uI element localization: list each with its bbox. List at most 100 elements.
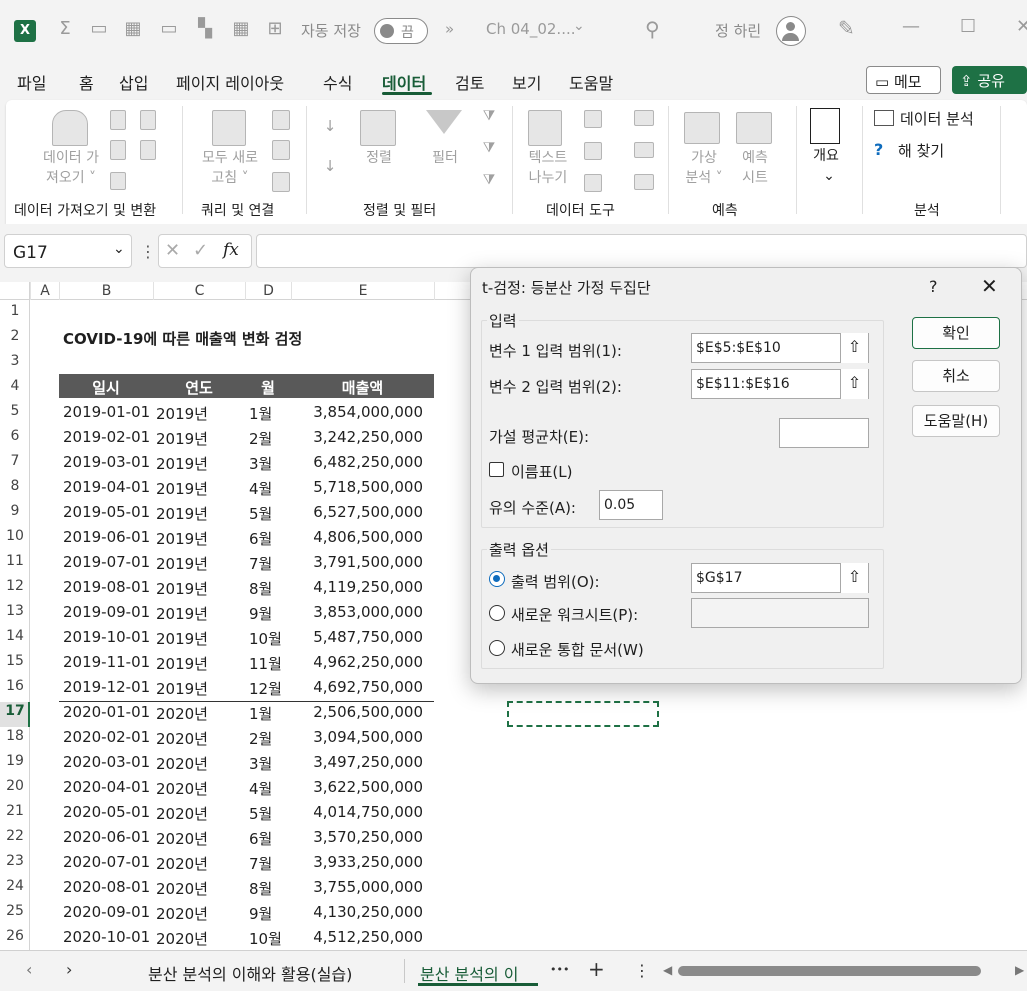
collapse-dialog-icon[interactable]: ⇧ xyxy=(840,369,868,399)
cell-sales[interactable]: 2,506,500,000 xyxy=(291,703,423,721)
cell-year[interactable]: 2019년 xyxy=(156,453,242,474)
cell-date[interactable]: 2020-04-01 xyxy=(63,778,151,796)
tab-view[interactable]: 보기 xyxy=(512,70,541,94)
add-sheet-icon[interactable]: + xyxy=(588,957,605,981)
autosum-icon[interactable]: Σ xyxy=(52,18,78,39)
refresh-all-button[interactable]: 모두 새로 고침 ˅ xyxy=(190,148,270,188)
remove-duplicates-icon[interactable] xyxy=(584,142,602,160)
cell-year[interactable]: 2020년 xyxy=(156,853,242,874)
cell-date[interactable]: 2019-05-01 xyxy=(63,503,151,521)
col-header-e[interactable]: E xyxy=(291,282,434,300)
cell-sales[interactable]: 4,130,250,000 xyxy=(291,903,423,921)
row-header-9[interactable]: 9 xyxy=(0,503,30,519)
clear-filter-icon[interactable]: ⧩ xyxy=(478,106,500,126)
file-name[interactable]: Ch 04_02.... xyxy=(486,20,576,38)
cell-sales[interactable]: 4,806,500,000 xyxy=(291,528,423,546)
cell-year[interactable]: 2020년 xyxy=(156,753,242,774)
alpha-input[interactable]: 0.05 xyxy=(599,490,663,520)
data-validation-icon[interactable] xyxy=(584,174,602,192)
from-web-icon[interactable] xyxy=(110,140,126,160)
tab-page-layout[interactable]: 페이지 레이아웃 xyxy=(176,70,284,94)
row-header-12[interactable]: 12 xyxy=(0,578,30,594)
close-window-icon[interactable]: ✕ xyxy=(1016,16,1027,37)
output-range-input[interactable]: $G$17 ⇧ xyxy=(691,563,869,593)
cell-year[interactable]: 2020년 xyxy=(156,903,242,924)
solver-button[interactable]: 해 찾기 xyxy=(898,140,944,161)
row-header-21[interactable]: 21 xyxy=(0,803,30,819)
cell-year[interactable]: 2020년 xyxy=(156,878,242,899)
cell-year[interactable]: 2020년 xyxy=(156,728,242,749)
scroll-right-icon[interactable]: ▶ xyxy=(1015,963,1024,977)
cell-date[interactable]: 2020-03-01 xyxy=(63,753,151,771)
row-header-22[interactable]: 22 xyxy=(0,828,30,844)
cell-year[interactable]: 2020년 xyxy=(156,828,242,849)
cell-sales[interactable]: 3,094,500,000 xyxy=(291,728,423,746)
scroll-left-icon[interactable]: ◀ xyxy=(663,963,672,977)
cell-month[interactable]: 6월 xyxy=(249,528,289,549)
chevron-down-icon[interactable]: ⌄ xyxy=(113,241,125,257)
tab-formulas[interactable]: 수식 xyxy=(323,70,352,94)
cell-month[interactable]: 9월 xyxy=(249,903,289,924)
header-date[interactable]: 일시 xyxy=(63,377,149,398)
cell-date[interactable]: 2020-10-01 xyxy=(63,928,151,946)
tab-insert[interactable]: 삽입 xyxy=(119,70,148,94)
paste-formula-icon[interactable]: ▭ xyxy=(86,18,112,39)
cell-date[interactable]: 2019-01-01 xyxy=(63,403,151,421)
cell-year[interactable]: 2019년 xyxy=(156,678,242,699)
row-header-26[interactable]: 26 xyxy=(0,928,30,944)
cell-sales[interactable]: 4,512,250,000 xyxy=(291,928,423,946)
col-header-d[interactable]: D xyxy=(245,282,291,300)
clipboard-icon[interactable]: ▭ xyxy=(156,18,182,39)
cell-year[interactable]: 2019년 xyxy=(156,528,242,549)
cell-date[interactable]: 2019-12-01 xyxy=(63,678,151,696)
enter-icon[interactable]: ✓ xyxy=(193,240,208,261)
cell-month[interactable]: 12월 xyxy=(249,678,289,699)
data-analysis-button[interactable]: 데이터 분석 xyxy=(900,108,974,129)
collapse-dialog-icon[interactable]: ⇧ xyxy=(840,563,868,593)
freeze-icon[interactable]: ⊞ xyxy=(262,18,288,39)
cell-month[interactable]: 10월 xyxy=(249,928,289,949)
row-header-3[interactable]: 3 xyxy=(0,353,30,369)
cell-date[interactable]: 2019-09-01 xyxy=(63,603,151,621)
maximize-icon[interactable]: ☐ xyxy=(960,16,976,37)
cell-sales[interactable]: 3,497,250,000 xyxy=(291,753,423,771)
collapse-dialog-icon[interactable]: ⇧ xyxy=(840,333,868,363)
sort-descending-icon[interactable]: ↓ xyxy=(318,156,342,176)
cell-month[interactable]: 6월 xyxy=(249,828,289,849)
close-icon[interactable]: ✕ xyxy=(981,274,998,298)
more-sheets-icon[interactable]: ••• xyxy=(550,963,569,976)
cell-date[interactable]: 2019-08-01 xyxy=(63,578,151,596)
cell-date[interactable]: 2019-10-01 xyxy=(63,628,151,646)
cell-sales[interactable]: 3,933,250,000 xyxy=(291,853,423,871)
tab-data[interactable]: 데이터 xyxy=(382,70,426,94)
new-worksheet-radio[interactable] xyxy=(489,605,505,621)
cell-month[interactable]: 9월 xyxy=(249,603,289,624)
cancel-icon[interactable]: ✕ xyxy=(165,240,180,261)
advanced-filter-icon[interactable]: ⧩ xyxy=(478,170,500,190)
select-all-corner[interactable] xyxy=(0,282,30,300)
row-header-16[interactable]: 16 xyxy=(0,678,30,694)
text-to-columns-button[interactable]: 텍스트 나누기 xyxy=(516,148,580,188)
reapply-icon[interactable]: ⧩ xyxy=(478,138,500,158)
new-workbook-radio[interactable] xyxy=(489,640,505,656)
row-header-19[interactable]: 19 xyxy=(0,753,30,769)
avatar[interactable] xyxy=(776,16,806,46)
cell-date[interactable]: 2019-11-01 xyxy=(63,653,151,671)
cell-sales[interactable]: 4,962,250,000 xyxy=(291,653,423,671)
cell-sales[interactable]: 3,242,250,000 xyxy=(291,428,423,446)
get-data-button[interactable]: 데이터 가 져오기 ˅ xyxy=(26,148,116,188)
cell-month[interactable]: 10월 xyxy=(249,628,289,649)
what-if-button[interactable]: 가상 분석 ˅ xyxy=(676,148,732,188)
cell-month[interactable]: 2월 xyxy=(249,728,289,749)
cell-sales[interactable]: 4,119,250,000 xyxy=(291,578,423,596)
cell-sales[interactable]: 5,718,500,000 xyxy=(291,478,423,496)
cell-sales[interactable]: 3,853,000,000 xyxy=(291,603,423,621)
row-header-6[interactable]: 6 xyxy=(0,428,30,444)
cell-year[interactable]: 2020년 xyxy=(156,778,242,799)
search-icon[interactable]: ⚲ xyxy=(645,17,660,41)
tab-file[interactable]: 파일 xyxy=(17,70,46,94)
row-header-5[interactable]: 5 xyxy=(0,403,30,419)
row-header-1[interactable]: 1 xyxy=(0,303,30,319)
consolidate-icon[interactable] xyxy=(634,110,654,126)
cell-date[interactable]: 2019-02-01 xyxy=(63,428,151,446)
